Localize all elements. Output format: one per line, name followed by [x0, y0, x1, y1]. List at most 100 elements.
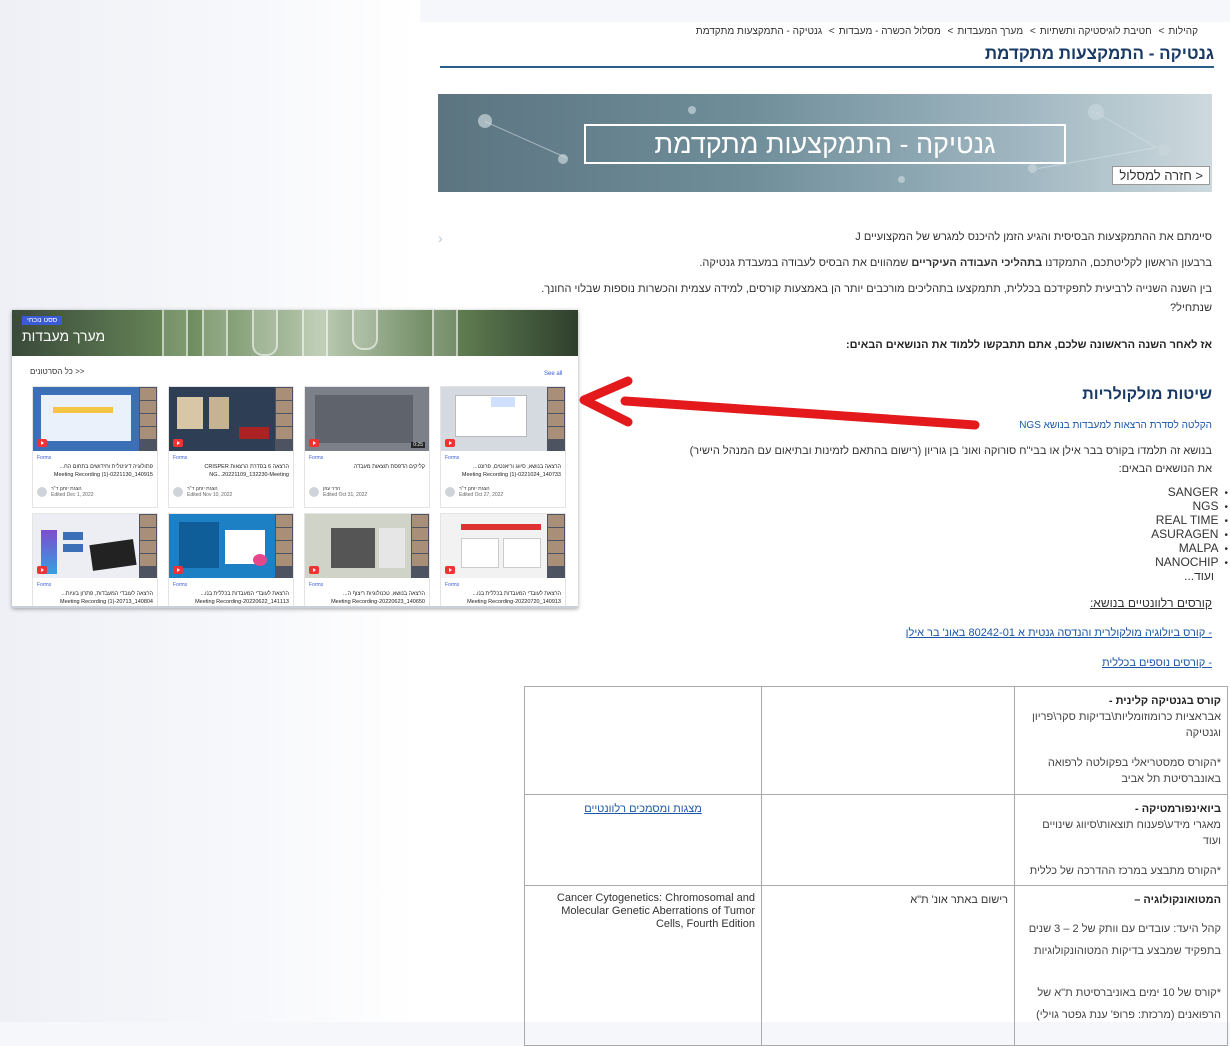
section-title: שיטות מולקולריות	[1082, 386, 1212, 403]
play-icon	[309, 566, 319, 574]
course-note: *הקורס סמסטריאלי בפקולטה לרפואה באונברסי…	[1047, 757, 1221, 785]
relevant-courses-heading: קורסים רלוונטיים בנושא:	[1089, 596, 1212, 610]
list-item: •SANGER	[1167, 485, 1228, 500]
video-thumbnail	[441, 387, 565, 451]
hero-banner: גנטיקה - התמקצעות מתקדמת < חזרה למסלול	[438, 94, 1212, 192]
avatar	[445, 487, 455, 497]
video-title: פתולוגיה דיגיטלית וחידושים בתחום הח... 1…	[53, 464, 153, 478]
intro-text: שמהווים את הבסיס לעבודה במעבדת גנטיקה.	[699, 257, 912, 269]
video-thumbnail	[33, 514, 157, 578]
video-library-panel: ססט נוכחי מערך מעבדות << כל הסרטונים See…	[12, 310, 578, 608]
intro-paragraph-1: סיימתם את ההתמקצעות הבסיסית והגיע הזמן ל…	[855, 231, 1212, 243]
course-title: המטואונקולוגיה –	[1134, 894, 1221, 906]
video-tag: Forms	[37, 582, 52, 588]
video-edited-date: Edited Nov 10, 2022	[187, 492, 233, 498]
video-card[interactable]: Forms הרצאת לעובדי המעבדות בכללית בנו...…	[440, 513, 566, 608]
list-item: •REAL TIME	[1155, 513, 1228, 528]
breadcrumb-item[interactable]: חטיבת לוגיסטיקה ותשתיות	[1040, 26, 1152, 37]
play-icon	[445, 566, 455, 574]
video-tag: Forms	[445, 455, 460, 461]
back-to-track-button[interactable]: < חזרה למסלול	[1112, 166, 1210, 185]
play-icon	[37, 439, 47, 447]
list-item: ועוד...	[1184, 569, 1214, 583]
video-card[interactable]: Forms הרצאה בנושא, סיווג וריאנטים, פרונט…	[440, 386, 566, 508]
play-icon	[37, 566, 47, 574]
course-desc: מאגרי מידע\פענוח תוצאות\סיווג שינויים וע…	[1042, 819, 1221, 847]
avatar	[37, 487, 47, 497]
panel-title: מערך מעבדות	[22, 328, 106, 344]
course-note: *הקורס מתבצע במרכז ההדרכה של כללית	[1029, 865, 1221, 877]
list-item: •ASURAGEN	[1151, 527, 1228, 542]
breadcrumb-item[interactable]: קהילות	[1168, 26, 1198, 37]
intro-paragraph-2: ברבעון הראשון לקליטתכם, התמקדנו בתהליכי …	[699, 254, 1212, 273]
breadcrumb: קהילות> חטיבת לוגיסטיקה ותשתיות> מערך המ…	[695, 26, 1198, 37]
video-tag: Forms	[309, 582, 324, 588]
intro-bold-text: בתהליכי העבודה העיקריים	[911, 257, 1043, 269]
video-card[interactable]: 0:25 Forms קליקים הדפסת תוצאות מעבדה הדר…	[304, 386, 430, 508]
courses-table: קורס בגנטיקה קלינית - אבראציות כרומוזומל…	[524, 686, 1228, 1046]
table-row: ביואינפורמטיקה - מאגרי מידע\פענוח תוצאות…	[524, 794, 1228, 886]
video-thumbnail	[33, 387, 157, 451]
video-thumbnail: 0:25	[305, 387, 429, 451]
video-card[interactable]: Forms פתולוגיה דיגיטלית וחידושים בתחום ה…	[32, 386, 158, 508]
course-title: קורס בגנטיקה קלינית -	[1108, 695, 1221, 707]
video-tag: Forms	[173, 455, 188, 461]
video-card[interactable]: Forms הרצאת לעובדי המעבדות בכללית בנו...…	[168, 513, 294, 608]
video-tag: Forms	[173, 582, 188, 588]
video-thumbnail	[169, 514, 293, 578]
course-desc: אבראציות כרומוזומליות\בדיקות סקר\פריון ו…	[1032, 711, 1221, 739]
course-title: ביואינפורמטיקה -	[1135, 803, 1221, 815]
video-thumbnail	[441, 514, 565, 578]
relevant-docs-link[interactable]: מצגות ומסמכים רלוונטיים	[584, 803, 702, 815]
avatar	[173, 487, 183, 497]
title-divider	[440, 66, 1214, 68]
video-tag: Forms	[309, 455, 324, 461]
intro-paragraph-3: בין השנה השנייה לרביעית לתפקידכם בכללית,…	[541, 283, 1212, 314]
course-description: בנושא זה תלמדו בקורס בבר אילן או בבי"ח ס…	[689, 445, 1212, 457]
all-videos-link[interactable]: << כל הסרטונים	[30, 367, 84, 376]
table-row: קורס בגנטיקה קלינית - אבראציות כרומוזומל…	[524, 686, 1228, 795]
table-cell	[761, 686, 1015, 795]
course-description-2: את הנושאים הבאים:	[1118, 463, 1212, 475]
video-edited-date: Edited Dec 1, 2022	[51, 492, 94, 498]
chevron-left-icon[interactable]: ‹	[438, 230, 443, 246]
video-card[interactable]: Forms הרצאה בנושא, טכנולוגיות ריצוף ה...…	[304, 513, 430, 608]
page-title: גנטיקה - התמקצעות מתקדמת	[984, 44, 1214, 63]
panel-header: ססט נוכחי מערך מעבדות	[12, 310, 578, 366]
course-desc: קהל היעד: עובדים עם וותק של 2 – 3 שנים ב…	[1028, 923, 1221, 957]
breadcrumb-item[interactable]: גנטיקה - התמקצעות מתקדמת	[696, 26, 822, 37]
video-thumbnail	[305, 514, 429, 578]
video-tag: Forms	[445, 582, 460, 588]
list-item: •NANOCHIP	[1155, 555, 1228, 570]
list-item: •NGS	[1192, 499, 1228, 514]
table-cell	[524, 686, 762, 795]
intro-paragraph-4: אז לאחר השנה הראשונה שלכם, אתם תתבקשו לל…	[846, 339, 1212, 351]
course-note: *קורס של 10 ימים באוניברסיטת ת"א של הרפו…	[1036, 987, 1221, 1021]
more-courses-link[interactable]: - קורסים נוספים בכללית	[1102, 654, 1212, 673]
intro-text: ברבעון הראשון לקליטתכם, התמקדנו	[1042, 257, 1212, 269]
video-card[interactable]: Forms הרצאה לעובדי המעבדות, פתרון בעיות.…	[32, 513, 158, 608]
course-link[interactable]: - קורס ביולוגיה מולקולרית והנדסה גנטית א…	[906, 624, 1212, 643]
avatar	[309, 487, 319, 497]
banner-title: גנטיקה - התמקצעות מתקדמת	[584, 124, 1066, 164]
breadcrumb-item[interactable]: מערך המעבדות	[957, 26, 1023, 37]
breadcrumb-item[interactable]: מסלול הכשרה - מעבדות	[839, 26, 941, 37]
list-item: •MALPA	[1178, 541, 1228, 556]
techniques-list: •SANGER •NGS •REAL TIME •ASURAGEN •MALPA…	[1151, 486, 1228, 583]
status-badge: ססט נוכחי	[22, 316, 63, 325]
video-tag: Forms	[37, 455, 52, 461]
video-title: הרצאה בנושא, סיווג וריאנטים, פרונט... 14…	[461, 464, 561, 478]
video-edited-date: Edited Oct 27, 2022	[459, 492, 504, 498]
play-icon	[445, 439, 455, 447]
video-title: קליקים הדפסת תוצאות מעבדה	[353, 464, 425, 470]
video-thumbnail	[169, 387, 293, 451]
play-icon	[173, 439, 183, 447]
video-title: הרצאה 6 בסדרת הרצאות CRISPER NG...202211…	[204, 464, 289, 478]
lecture-recording-link[interactable]: הקלטה לסדרת הרצאות למעבדות בנושא NGS	[1019, 416, 1212, 435]
panel-scrollbar[interactable]	[12, 606, 578, 608]
play-icon	[173, 566, 183, 574]
video-card[interactable]: Forms הרצאה 6 בסדרת הרצאות CRISPER NG...…	[168, 386, 294, 508]
play-icon	[309, 439, 319, 447]
see-all-link[interactable]: See all	[544, 371, 562, 377]
video-duration: 0:25	[411, 442, 425, 448]
